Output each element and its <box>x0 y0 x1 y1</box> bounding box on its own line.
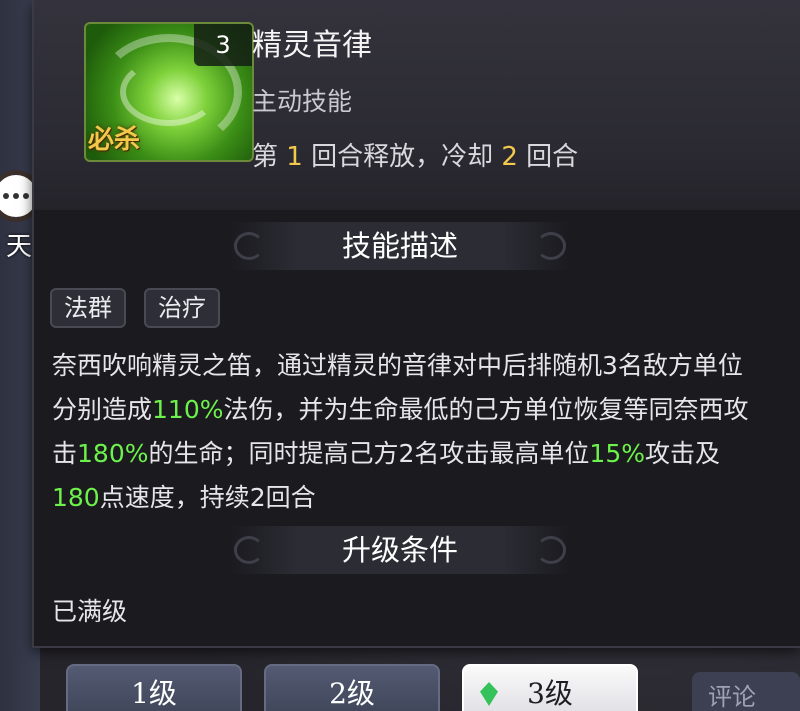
ornament-right-icon <box>536 232 566 260</box>
upgrade-section-title: 升级条件 <box>230 526 570 574</box>
gem-icon <box>480 682 498 706</box>
tab-level-2[interactable]: 2级 <box>264 664 440 711</box>
description-section-title: 技能描述 <box>230 222 570 270</box>
ultimate-tag: 必杀 <box>88 125 141 155</box>
description-text: 的生命；同时提高己方2名攻击最高单位 <box>148 439 590 468</box>
highlight-value: 15% <box>589 439 645 468</box>
release-round: 1 <box>286 142 303 172</box>
comment-button[interactable]: 评论 <box>692 672 800 711</box>
tab-level-3[interactable]: 3级 <box>462 664 638 711</box>
tag-aoe-magic: 法群 <box>50 288 126 328</box>
skill-icon: 3 必杀 <box>84 22 254 162</box>
ornament-left-icon <box>234 232 264 260</box>
skill-tags: 法群 治疗 <box>50 288 220 328</box>
description-text: 点速度，持续2回合 <box>99 483 316 512</box>
level-tabs: 1级 2级 3级 <box>66 664 638 711</box>
skill-level-badge: 3 <box>194 24 252 66</box>
highlight-value: 180% <box>77 439 149 468</box>
ornament-right-icon <box>536 536 566 564</box>
description-text: 攻击及 <box>645 439 721 468</box>
tab-level-1[interactable]: 1级 <box>66 664 242 711</box>
cooldown-rounds: 2 <box>501 142 518 172</box>
skill-name: 精灵音律 <box>252 28 372 63</box>
skill-description: 奈西吹响精灵之笛，通过精灵的音律对中后排随机3名敌方单位分别造成110%法伤，并… <box>52 344 752 520</box>
highlight-value: 110% <box>152 395 224 424</box>
highlight-value: 180 <box>52 483 100 512</box>
ornament-left-icon <box>234 536 264 564</box>
skill-header: 3 必杀 精灵音律 主动技能 第 1 回合释放，冷却 2 回合 <box>34 0 800 210</box>
skill-type: 主动技能 <box>252 87 353 116</box>
chat-label: 天 <box>6 232 33 262</box>
skill-cooldown: 第 1 回合释放，冷却 2 回合 <box>252 142 579 172</box>
tag-heal: 治疗 <box>144 288 220 328</box>
upgrade-status: 已满级 <box>52 597 128 626</box>
